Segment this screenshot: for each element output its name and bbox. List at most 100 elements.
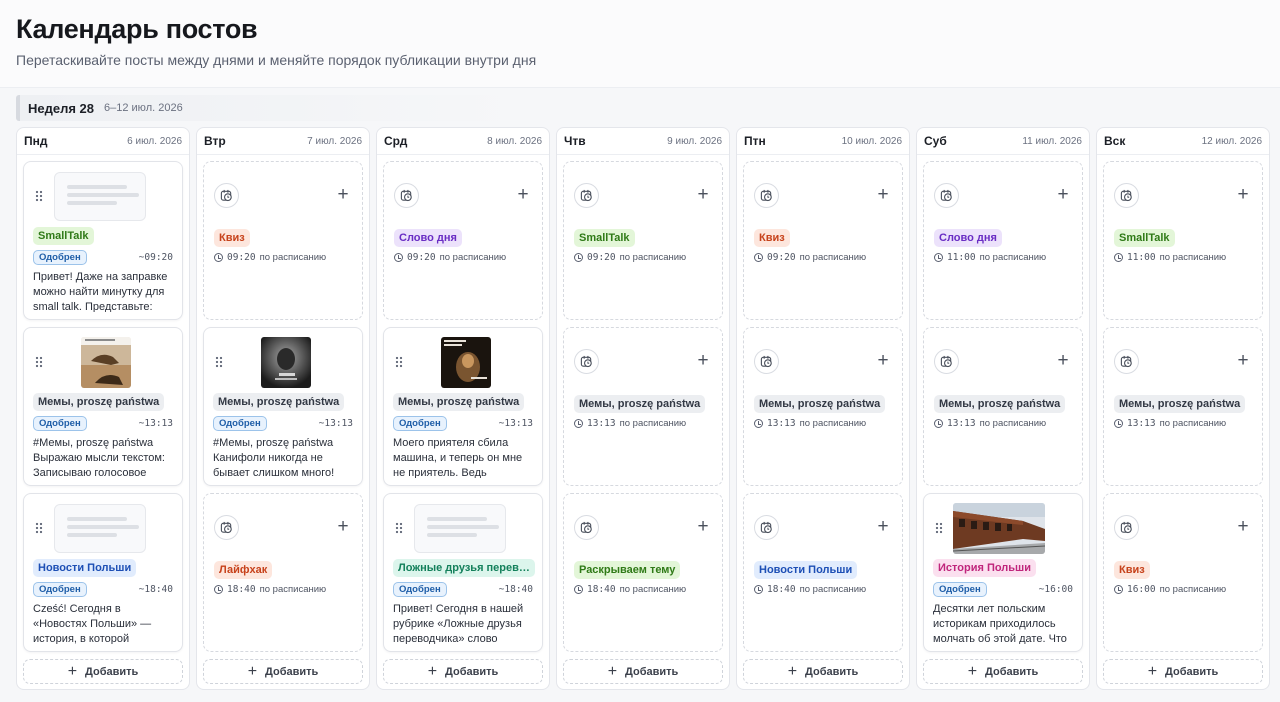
add-post-button[interactable]: + Добавить: [1103, 659, 1263, 684]
calendar-clock-icon[interactable]: [214, 183, 239, 208]
empty-slot[interactable]: + Квиз 09:20 по расписанию: [743, 161, 903, 320]
empty-slot[interactable]: + Слово дня 11:00 по расписанию: [923, 161, 1083, 320]
drag-handle-icon[interactable]: [35, 522, 43, 534]
page-subtitle: Перетаскивайте посты между днями и меняй…: [16, 52, 537, 68]
plus-icon[interactable]: +: [872, 183, 894, 207]
plus-icon[interactable]: +: [512, 183, 534, 207]
rubric-tag: Квиз: [214, 229, 250, 247]
slot-time: 09:20: [767, 252, 796, 263]
plus-icon[interactable]: +: [692, 183, 714, 207]
empty-slot[interactable]: + Мемы, proszę państwa 13:13 по расписанию: [743, 327, 903, 486]
empty-slot[interactable]: + Раскрываем тему 18:40 по расписанию: [563, 493, 723, 652]
post-time: ~18:40: [138, 584, 173, 595]
day-date: 9 июл. 2026: [667, 135, 722, 147]
calendar-clock-icon[interactable]: [574, 349, 599, 374]
scheduled-label: по расписанию: [259, 584, 327, 595]
post-card[interactable]: Новости Польши Одобрен ~18:40 Cześć! Сегодн…: [23, 493, 183, 652]
rubric-tag: Мемы, proszę państwa: [574, 395, 706, 413]
rubric-tag: SmallTalk: [1114, 229, 1175, 247]
calendar-clock-icon[interactable]: [1114, 349, 1139, 374]
scheduled-label: по расписанию: [1159, 252, 1227, 263]
empty-slot[interactable]: + Мемы, proszę państwa 13:13 по расписанию: [563, 327, 723, 486]
clock-icon: [1114, 419, 1123, 428]
empty-slot[interactable]: + Мемы, proszę państwa 13:13 по расписанию: [1103, 327, 1263, 486]
plus-icon[interactable]: +: [692, 349, 714, 373]
drag-handle-icon[interactable]: [215, 356, 223, 368]
plus-icon[interactable]: +: [332, 183, 354, 207]
empty-slot[interactable]: + SmallTalk 11:00 по расписанию: [1103, 161, 1263, 320]
plus-icon: +: [1147, 662, 1158, 680]
plus-icon[interactable]: +: [1052, 183, 1074, 207]
plus-icon[interactable]: +: [692, 515, 714, 539]
calendar-clock-icon[interactable]: [754, 515, 779, 540]
add-post-button[interactable]: + Добавить: [743, 659, 903, 684]
drag-handle-icon[interactable]: [35, 356, 43, 368]
plus-icon[interactable]: +: [1232, 515, 1254, 539]
plus-icon[interactable]: +: [1232, 349, 1254, 373]
page-header: Календарь постов Перетаскивайте посты ме…: [0, 0, 1280, 88]
day-column: Суб 11 июл. 2026 + Слово дня 11:00 по расписа…: [916, 127, 1090, 690]
post-card[interactable]: Мемы, proszę państwa Одобрен ~13:13 #Мемы, …: [203, 327, 363, 486]
status-badge: Одобрен: [393, 416, 447, 431]
calendar-clock-icon[interactable]: [1114, 515, 1139, 540]
post-time-value: 18:40: [144, 584, 173, 595]
empty-slot[interactable]: + Слово дня 09:20 по расписанию: [383, 161, 543, 320]
calendar-clock-icon[interactable]: [754, 183, 779, 208]
plus-icon[interactable]: +: [872, 349, 894, 373]
meme-image: [261, 337, 311, 388]
post-card[interactable]: Мемы, proszę państwa Одобрен ~13:13 Моего п…: [383, 327, 543, 486]
plus-icon[interactable]: +: [1232, 183, 1254, 207]
add-post-button[interactable]: + Добавить: [923, 659, 1083, 684]
calendar-clock-icon[interactable]: [394, 183, 419, 208]
status-badge: Одобрен: [33, 416, 87, 431]
calendar-clock-icon[interactable]: [574, 515, 599, 540]
clock-icon: [754, 585, 763, 594]
post-preview-text: #Мемы, proszę państwa Выражаю мысли текс…: [33, 437, 165, 478]
calendar-clock-icon[interactable]: [754, 349, 779, 374]
plus-icon: +: [427, 662, 438, 680]
calendar-clock-icon[interactable]: [1114, 183, 1139, 208]
calendar-clock-icon[interactable]: [934, 349, 959, 374]
rubric-tag: SmallTalk: [574, 229, 635, 247]
rubric-tag: Слово дня: [934, 229, 1002, 247]
plus-icon[interactable]: +: [872, 515, 894, 539]
scheduled-time: 11:00 по расписанию: [934, 252, 1046, 263]
post-card[interactable]: Ложные друзья перев… Одобрен ~18:40 Привет!…: [383, 493, 543, 652]
add-post-button[interactable]: + Добавить: [563, 659, 723, 684]
drag-handle-icon[interactable]: [395, 522, 403, 534]
day-column: Срд 8 июл. 2026 + Слово дня 09:20 по расписан…: [376, 127, 550, 690]
post-card[interactable]: Мемы, proszę państwa Одобрен ~13:13 #Мемы, …: [23, 327, 183, 486]
empty-slot[interactable]: + Квиз 09:20 по расписанию: [203, 161, 363, 320]
calendar-clock-icon[interactable]: [574, 183, 599, 208]
thumbnail-line: [67, 533, 117, 537]
calendar-clock-icon[interactable]: [934, 183, 959, 208]
drag-handle-icon[interactable]: [935, 522, 943, 534]
plus-icon[interactable]: +: [332, 515, 354, 539]
thumbnail-line: [427, 533, 477, 537]
drag-handle-icon[interactable]: [395, 356, 403, 368]
empty-slot[interactable]: + SmallTalk 09:20 по расписанию: [563, 161, 723, 320]
clock-icon: [214, 253, 223, 262]
day-date: 12 июл. 2026: [1201, 135, 1262, 147]
post-time: ~13:13: [138, 418, 173, 429]
day-column-header: Птн 10 июл. 2026: [737, 128, 909, 155]
rubric-tag: Мемы, proszę państwa: [393, 393, 525, 411]
add-post-button[interactable]: + Добавить: [383, 659, 543, 684]
calendar-clock-icon[interactable]: [214, 515, 239, 540]
post-card[interactable]: SmallTalk Одобрен ~09:20 Привет! Даже на за…: [23, 161, 183, 320]
add-post-button[interactable]: + Добавить: [203, 659, 363, 684]
scheduled-label: по расписанию: [979, 252, 1047, 263]
scheduled-time: 09:20 по расписанию: [394, 252, 506, 263]
plus-icon[interactable]: +: [1052, 349, 1074, 373]
add-label: Добавить: [265, 665, 319, 678]
post-time-value: 13:13: [324, 418, 353, 429]
add-post-button[interactable]: + Добавить: [23, 659, 183, 684]
empty-slot[interactable]: + Лайфхак 18:40 по расписанию: [203, 493, 363, 652]
clock-icon: [1114, 585, 1123, 594]
post-card[interactable]: История Польши Одобрен ~16:00 Десятки лет п…: [923, 493, 1083, 652]
empty-slot[interactable]: + Мемы, proszę państwa 13:13 по расписанию: [923, 327, 1083, 486]
drag-handle-icon[interactable]: [35, 190, 43, 202]
empty-slot[interactable]: + Новости Польши 18:40 по расписанию: [743, 493, 903, 652]
rubric-tag: История Польши: [933, 559, 1036, 577]
empty-slot[interactable]: + Квиз 16:00 по расписанию: [1103, 493, 1263, 652]
